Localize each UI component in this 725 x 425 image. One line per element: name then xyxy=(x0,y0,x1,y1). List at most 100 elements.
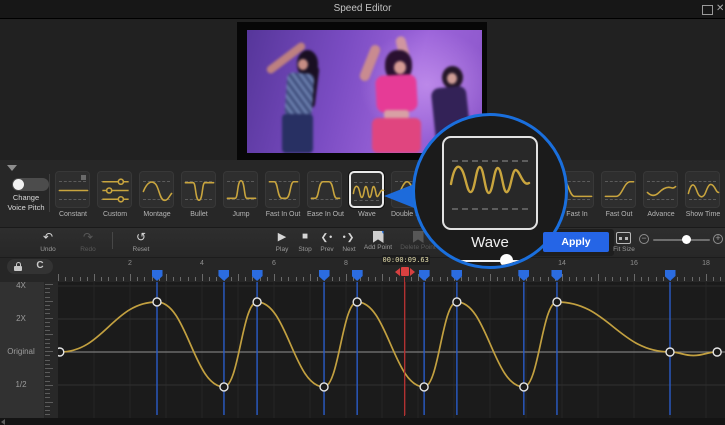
axis-tick xyxy=(45,301,53,302)
preset-label: Fast Out xyxy=(601,211,637,218)
ruler-tick xyxy=(519,277,520,281)
axis-tick xyxy=(45,355,50,356)
ruler-tick xyxy=(468,277,469,281)
preset-ease-in-out[interactable]: Ease In Out xyxy=(307,171,343,218)
axis-label-4x: 4X xyxy=(0,282,42,290)
curve-point[interactable] xyxy=(713,348,721,356)
ruler-tick xyxy=(252,277,253,281)
preset-label: Montage xyxy=(139,211,175,218)
curve-point[interactable] xyxy=(253,298,261,306)
preset-thumbnail xyxy=(97,171,132,208)
scroll-left-icon[interactable] xyxy=(1,419,5,425)
curve-point[interactable] xyxy=(320,383,328,391)
axis-tick xyxy=(45,372,50,373)
ruler-tick xyxy=(152,277,153,281)
preset-bullet[interactable]: Bullet xyxy=(181,171,217,218)
preset-constant[interactable]: Constant xyxy=(55,171,91,218)
curve-point[interactable] xyxy=(420,383,428,391)
playhead-handle[interactable] xyxy=(392,266,417,277)
undo-button[interactable]: ↶ Undo xyxy=(34,230,62,253)
axis-tick xyxy=(45,309,50,310)
curve-point[interactable] xyxy=(453,298,461,306)
ruler-tick xyxy=(58,274,59,281)
axis-tick xyxy=(45,297,50,298)
toggle-knob xyxy=(13,179,24,190)
collapse-arrow-icon[interactable] xyxy=(7,165,17,171)
curve-point[interactable] xyxy=(153,298,161,306)
add-point-button[interactable]: Add Point xyxy=(361,230,395,251)
ruler-number: 18 xyxy=(698,260,714,267)
ruler-tick xyxy=(303,277,304,281)
preset-montage[interactable]: Montage xyxy=(139,171,175,218)
axis-tick xyxy=(45,364,50,365)
axis-tick xyxy=(45,397,50,398)
intensity-slider-handle[interactable] xyxy=(500,254,513,267)
zoom-slider-handle[interactable] xyxy=(682,235,691,244)
ruler-tick xyxy=(288,277,289,281)
wave-thumbnail-zoomed xyxy=(442,136,538,230)
axis-tick xyxy=(45,334,53,335)
preset-advance[interactable]: Advance xyxy=(643,171,679,218)
apply-button[interactable]: Apply xyxy=(543,232,609,252)
fit-size-icon[interactable] xyxy=(616,232,631,244)
curve-point[interactable] xyxy=(353,298,361,306)
ruler-tick xyxy=(310,274,311,281)
preset-label: Bullet xyxy=(181,211,217,218)
ruler-tick xyxy=(137,277,138,281)
axis-tick xyxy=(45,288,50,289)
ruler-tick xyxy=(130,274,131,281)
axis-tick xyxy=(45,406,50,407)
ruler-tick xyxy=(65,277,66,281)
curve-point[interactable] xyxy=(520,383,528,391)
ruler-tick xyxy=(512,277,513,281)
reset-button[interactable]: ↺ Reset xyxy=(127,230,155,253)
preset-jump[interactable]: Jump xyxy=(223,171,259,218)
playhead-timestamp: 00:00:09.63 xyxy=(382,255,430,265)
redo-button[interactable]: ↷ Redo xyxy=(74,230,102,253)
axis-tick xyxy=(45,326,50,327)
preset-fast-out[interactable]: Fast Out xyxy=(601,171,637,218)
speed-axis-labels: 4X2XOriginal1/2 xyxy=(0,282,45,418)
preset-thumbnail xyxy=(55,171,90,208)
axis-label-original: Original xyxy=(0,347,42,356)
preset-custom[interactable]: Custom xyxy=(97,171,133,218)
preset-thumbnail xyxy=(643,171,678,208)
close-button[interactable]: ✕ xyxy=(716,2,725,16)
axis-tick xyxy=(45,393,50,394)
preset-show-time[interactable]: Show Time xyxy=(685,171,721,218)
ruler-tick xyxy=(382,274,383,281)
axis-tick xyxy=(45,339,50,340)
curve-point[interactable] xyxy=(666,348,674,356)
curve-point[interactable] xyxy=(220,383,228,391)
divider xyxy=(49,174,50,212)
snap-icon[interactable]: C xyxy=(33,259,47,273)
zoom-in-button[interactable]: + xyxy=(713,234,723,244)
maximize-button[interactable] xyxy=(702,5,713,15)
ruler-tick xyxy=(209,277,210,281)
preset-fast-in-out[interactable]: Fast In Out xyxy=(265,171,301,218)
preset-wave[interactable]: Wave xyxy=(349,171,385,218)
curve-point[interactable] xyxy=(58,348,64,356)
axis-tick xyxy=(45,330,50,331)
plus-dot-icon xyxy=(382,229,387,234)
axis-label-2x: 2X xyxy=(0,314,42,323)
curve-point[interactable] xyxy=(553,298,561,306)
voice-pitch-toggle[interactable] xyxy=(12,178,49,191)
preset-thumbnail xyxy=(181,171,216,208)
ruler-tick xyxy=(612,277,613,281)
voice-pitch-label: ChangeVoice Pitch xyxy=(0,193,52,213)
ruler-tick xyxy=(432,277,433,281)
ruler-tick xyxy=(317,277,318,281)
bottom-bar xyxy=(0,418,725,425)
preset-label: Ease In Out xyxy=(307,211,343,218)
ruler-tick xyxy=(94,274,95,281)
zoom-out-button[interactable]: − xyxy=(639,234,649,244)
speed-curve-plot[interactable] xyxy=(58,282,725,418)
next-button[interactable]: •❯ Next xyxy=(336,230,362,253)
ruler-tick xyxy=(584,277,585,281)
ruler-tick xyxy=(231,277,232,281)
reset-icon: ↺ xyxy=(127,230,155,245)
playhead-line[interactable] xyxy=(404,277,406,416)
ruler-tick xyxy=(634,274,635,281)
ruler-tick xyxy=(447,277,448,281)
